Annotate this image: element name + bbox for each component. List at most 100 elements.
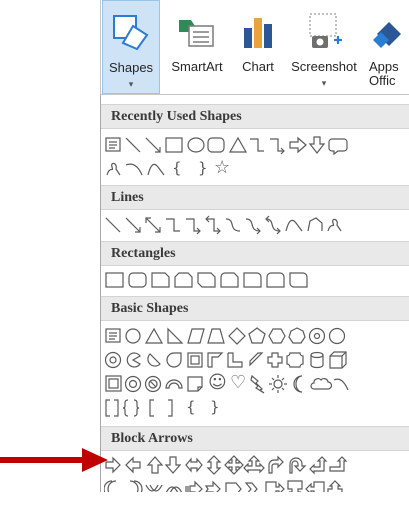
left-up-arrow-block-shape-icon[interactable]	[309, 456, 328, 475]
triangle-shape-icon[interactable]	[228, 136, 248, 153]
apps-for-office-button[interactable]: Apps Offic	[369, 0, 409, 94]
left-right-up-arrow-block-shape-icon[interactable]	[243, 455, 265, 474]
elbow-arrow-connector-shape-icon[interactable]	[270, 138, 285, 155]
chevron-block-shape-icon[interactable]	[244, 482, 258, 492]
elbow-arrow-connector-shape-icon[interactable]	[186, 218, 201, 235]
pentagon-shape-icon[interactable]	[248, 327, 266, 344]
up-arrow-callout-shape-icon[interactable]	[327, 480, 343, 492]
quad-arrow-block-shape-icon[interactable]	[224, 455, 244, 475]
heptagon-shape-icon[interactable]	[288, 327, 306, 344]
shapes-button[interactable]: Shapes ▾	[102, 0, 160, 94]
double-arrow-line-shape-icon[interactable]	[145, 217, 161, 233]
left-arrow-callout-shape-icon[interactable]	[305, 481, 325, 492]
bent-arrow-block-shape-icon[interactable]	[268, 455, 284, 474]
dodecagon-shape-icon[interactable]	[104, 351, 122, 369]
arc-shape-icon[interactable]	[333, 378, 349, 391]
heart-shape-icon[interactable]: ♡	[230, 372, 246, 393]
plaque-shape-icon[interactable]	[286, 352, 304, 368]
pie-shape-icon[interactable]	[126, 352, 141, 368]
down-arrow-block-shape-icon[interactable]	[164, 456, 182, 474]
cloud-shape-icon[interactable]	[310, 378, 333, 390]
bent-up-arrow-block-shape-icon[interactable]	[329, 456, 348, 472]
right-brace-shape-icon[interactable]: }	[210, 398, 220, 416]
frame-shape-icon[interactable]	[187, 352, 203, 368]
diagonal-stripe-shape-icon[interactable]	[249, 352, 264, 367]
arrow-line-shape-icon[interactable]	[145, 137, 161, 153]
bevel-shape-icon[interactable]	[105, 375, 122, 392]
snip-round-rectangle-shape-icon[interactable]	[220, 272, 239, 288]
scribble-shape-icon[interactable]	[327, 218, 342, 232]
screenshot-button[interactable]: Screenshot ▾	[283, 0, 365, 94]
left-brace-shape-icon[interactable]: {	[172, 159, 182, 177]
left-bracket-shape-icon[interactable]	[149, 399, 154, 417]
rounded-rectangle-shape-icon[interactable]	[207, 137, 225, 153]
right-bracket-shape-icon[interactable]	[168, 399, 173, 417]
freeform-polygon-shape-icon[interactable]	[307, 217, 323, 232]
rounded-rectangle-shape-icon[interactable]	[128, 272, 147, 288]
chart-button[interactable]: Chart	[233, 0, 283, 94]
line-shape-icon[interactable]	[125, 137, 141, 153]
freeform-shape-icon[interactable]	[106, 162, 121, 176]
curved-down-arrow-block-shape-icon[interactable]	[165, 486, 183, 492]
cube-shape-icon[interactable]	[329, 351, 347, 369]
moon-shape-icon[interactable]	[293, 375, 303, 393]
round-same-side-corner-rectangle-shape-icon[interactable]	[266, 272, 285, 288]
curved-double-arrow-connector-shape-icon[interactable]	[265, 215, 281, 235]
lightning-bolt-shape-icon[interactable]	[250, 374, 265, 394]
snip-diagonal-corner-rectangle-shape-icon[interactable]	[197, 272, 216, 288]
curved-connector-shape-icon[interactable]	[225, 218, 241, 232]
right-triangle-shape-icon[interactable]	[167, 327, 184, 344]
diamond-shape-icon[interactable]	[228, 327, 246, 345]
isosceles-triangle-shape-icon[interactable]	[144, 327, 164, 344]
snip-single-corner-rectangle-shape-icon[interactable]	[151, 272, 170, 288]
no-symbol-shape-icon[interactable]	[144, 375, 162, 393]
oval-shape-icon[interactable]	[125, 328, 141, 344]
up-arrow-block-shape-icon[interactable]	[146, 456, 164, 474]
double-bracket-shape-icon[interactable]	[105, 399, 119, 417]
text-box-shape-icon[interactable]	[105, 328, 121, 343]
right-arrow-callout-shape-icon[interactable]	[265, 481, 285, 492]
decagon-shape-icon[interactable]	[328, 327, 346, 345]
arrow-line-shape-icon[interactable]	[125, 217, 141, 233]
left-brace-shape-icon[interactable]: {	[186, 398, 196, 416]
up-down-arrow-block-shape-icon[interactable]	[206, 455, 222, 475]
curved-left-arrow-block-shape-icon[interactable]	[129, 480, 143, 492]
curved-right-arrow-block-shape-icon[interactable]	[103, 480, 117, 492]
smiley-face-shape-icon[interactable]: ☺	[208, 372, 227, 393]
trapezoid-shape-icon[interactable]	[207, 328, 225, 344]
striped-right-arrow-block-shape-icon[interactable]	[185, 480, 203, 492]
hexagon-shape-icon[interactable]	[268, 328, 286, 344]
teardrop-shape-icon[interactable]	[166, 352, 182, 368]
rectangle-shape-icon[interactable]	[105, 272, 124, 288]
elbow-connector-shape-icon[interactable]	[250, 138, 264, 152]
rounded-callout-shape-icon[interactable]	[328, 138, 348, 156]
can-shape-icon[interactable]	[310, 351, 324, 369]
donut-shape-icon[interactable]	[124, 375, 142, 393]
pentagon-arrow-block-shape-icon[interactable]	[225, 482, 242, 492]
smartart-button[interactable]: SmartArt	[161, 0, 233, 94]
left-right-arrow-block-shape-icon[interactable]	[185, 457, 203, 473]
line-shape-icon[interactable]	[105, 217, 121, 233]
right-arrow-shape-icon[interactable]	[289, 136, 307, 154]
half-frame-shape-icon[interactable]	[207, 352, 224, 368]
down-arrow-callout-shape-icon[interactable]	[287, 480, 303, 492]
cross-shape-icon[interactable]	[267, 352, 283, 368]
elbow-connector-shape-icon[interactable]	[166, 218, 180, 232]
octagon-shape-icon[interactable]	[308, 327, 326, 345]
left-arrow-block-shape-icon[interactable]	[125, 456, 141, 474]
notched-right-arrow-block-shape-icon[interactable]	[204, 480, 221, 492]
l-shape-shape-icon[interactable]	[227, 352, 243, 368]
chord-shape-icon[interactable]	[147, 353, 161, 367]
right-brace-shape-icon[interactable]: }	[198, 159, 208, 177]
snip-same-side-corner-rectangle-shape-icon[interactable]	[174, 272, 193, 288]
folded-corner-shape-icon[interactable]	[187, 376, 203, 392]
elbow-double-arrow-connector-shape-icon[interactable]	[205, 215, 221, 235]
round-diagonal-corner-rectangle-shape-icon[interactable]	[289, 272, 308, 288]
star-shape-icon[interactable]: ☆	[214, 157, 230, 178]
sun-shape-icon[interactable]	[269, 375, 287, 393]
u-turn-arrow-block-shape-icon[interactable]	[289, 457, 307, 474]
oval-shape-icon[interactable]	[187, 137, 205, 153]
down-arrow-shape-icon[interactable]	[308, 136, 326, 154]
curve-shape-icon[interactable]	[147, 163, 165, 176]
arc-shape-icon[interactable]	[125, 163, 143, 176]
